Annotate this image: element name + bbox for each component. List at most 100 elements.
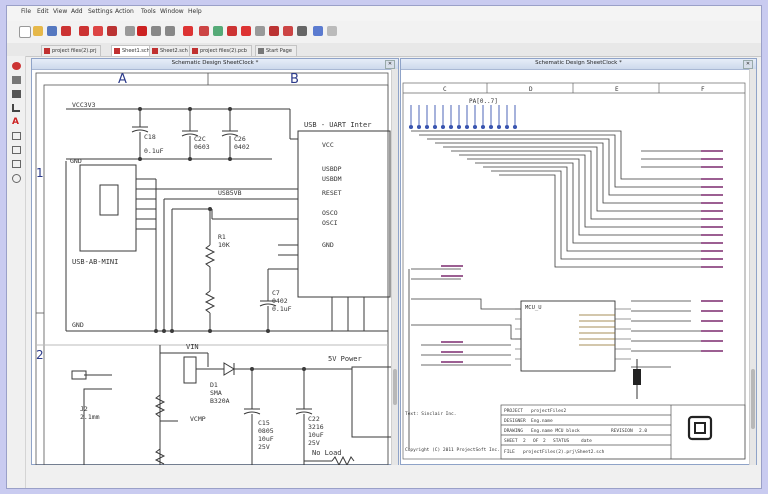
header-pin-end — [504, 124, 510, 130]
title-block-file: projectFiles(2).prj\Sheet2.sch — [523, 449, 605, 455]
schematic-icon — [152, 48, 158, 54]
mcu-chip[interactable] — [520, 300, 616, 372]
pin-label-usbdp: USBDP — [322, 165, 342, 173]
app-window: File Edit View Add Settings Action Tools… — [6, 5, 762, 489]
text-icon[interactable]: A — [12, 118, 21, 127]
net-label-gnd-bottom: GND — [72, 321, 84, 329]
label-icon[interactable] — [283, 26, 293, 36]
pin-label-gnd: GND — [322, 241, 334, 249]
highlight-icon[interactable] — [183, 26, 193, 36]
net-label-vcc: VCC3V3 — [72, 101, 96, 109]
pcb-icon — [192, 48, 198, 54]
tab-project-pcb[interactable]: project files(2).pcb — [189, 45, 252, 56]
schematic-drawing-right: C D E F PA[0..7] MCU_U PROJECT projectFi… — [402, 82, 746, 460]
title-block-of-key: OF — [533, 438, 539, 444]
no-load-label: No Load — [312, 449, 342, 457]
title-block-designer: Eng.name — [531, 418, 553, 424]
vertical-scrollbar-left[interactable] — [391, 69, 398, 465]
toolbar — [7, 21, 761, 44]
junction-icon[interactable] — [12, 104, 20, 112]
menu-file[interactable]: File — [21, 8, 31, 15]
net-label-usb5v: USB5VB — [218, 189, 242, 197]
undo-icon[interactable] — [125, 26, 135, 36]
power-icon[interactable] — [297, 26, 307, 36]
image-icon[interactable] — [12, 146, 21, 154]
place-part-icon[interactable] — [12, 62, 21, 70]
header-pin-end — [440, 124, 446, 130]
menu-window[interactable]: Window — [160, 8, 184, 15]
schematic-canvas-left[interactable]: A B 1 2 VCC3V3 USB - UART Inter GND USB-… — [32, 69, 392, 465]
cut-icon[interactable] — [79, 26, 89, 36]
resistor-ref: R1 — [218, 233, 226, 241]
new-file-icon[interactable] — [19, 26, 31, 38]
scrollbar-thumb[interactable] — [751, 369, 755, 429]
component-icon[interactable] — [269, 26, 279, 36]
schematic-icon — [114, 48, 120, 54]
rotate-icon[interactable] — [213, 26, 223, 36]
select-icon[interactable] — [313, 26, 323, 36]
paste-icon[interactable] — [107, 26, 117, 36]
bus-icon[interactable] — [255, 26, 265, 36]
column-label-a: A — [118, 72, 127, 87]
copy-icon[interactable] — [93, 26, 103, 36]
close-icon[interactable]: ✕ — [743, 60, 753, 69]
schematic-window-right[interactable]: Schematic Design SheetClock * ✕ C D E F … — [400, 58, 757, 465]
header-pin-end — [456, 124, 462, 130]
rectangle-icon[interactable] — [12, 132, 21, 140]
header-pin-end — [424, 124, 430, 130]
print-icon[interactable] — [61, 26, 71, 36]
schematic-drawing-left: A B 1 2 VCC3V3 USB - UART Inter GND USB-… — [35, 72, 392, 465]
title-block-date: date — [581, 438, 592, 444]
vertical-scrollbar-right[interactable] — [749, 69, 756, 465]
menu-edit[interactable]: Edit — [37, 8, 49, 15]
title-block-revision-key: REVISION — [611, 428, 633, 434]
cap-c15-voltage: 25V — [258, 443, 270, 451]
column-label-e: E — [615, 86, 619, 93]
cap-c22-pkg: 3216 — [308, 423, 324, 431]
menu-tools[interactable]: Tools — [141, 8, 156, 15]
header-pin-end — [488, 124, 494, 130]
open-folder-icon[interactable] — [33, 26, 43, 36]
note-icon[interactable] — [12, 160, 21, 168]
window-title: Schematic Design SheetClock * — [171, 60, 259, 66]
tab-start-page[interactable]: Start Page — [255, 45, 297, 56]
zoom-fit-icon[interactable] — [137, 26, 147, 36]
menu-add[interactable]: Add — [71, 8, 83, 15]
menu-settings[interactable]: Settings — [88, 8, 113, 15]
delete-icon[interactable] — [199, 26, 209, 36]
menu-help[interactable]: Help — [188, 8, 202, 15]
save-icon[interactable] — [47, 26, 57, 36]
pin-label-usbdm: USBDM — [322, 175, 342, 183]
draw-bus-icon[interactable] — [12, 90, 21, 98]
zoom-out-icon[interactable] — [165, 26, 175, 36]
tab-project-prj[interactable]: project files(2).prj — [41, 45, 102, 56]
circle-icon[interactable] — [12, 174, 21, 183]
wire-icon[interactable] — [241, 26, 251, 36]
jack-size: 2.1mm — [80, 413, 100, 421]
header-pin-end — [480, 124, 486, 130]
row-label-1: 1 — [36, 166, 44, 180]
tab-sheet2[interactable]: Sheet2.sch — [149, 45, 193, 56]
scrollbar-thumb[interactable] — [393, 369, 397, 405]
copyright-note: Copyright (C) 2011 ProjectSoft Inc. — [405, 447, 500, 453]
column-label-f: F — [701, 86, 705, 93]
cap-c18-value: 0.1uF — [144, 147, 164, 155]
crystal[interactable] — [633, 369, 641, 385]
zoom-in-icon[interactable] — [151, 26, 161, 36]
menu-view[interactable]: View — [53, 8, 67, 15]
cap-c22-value: 10uF — [308, 431, 324, 439]
cap-c22-ref: C22 — [308, 415, 320, 423]
schematic-canvas-right[interactable]: C D E F PA[0..7] MCU_U PROJECT projectFi… — [401, 69, 750, 465]
row-label-2: 2 — [36, 348, 44, 362]
usb-connector-label: USB-AB-MINI — [72, 258, 118, 266]
uart-title-label: USB - UART Inter — [304, 121, 371, 129]
close-icon[interactable]: ✕ — [385, 60, 395, 69]
pointer-icon[interactable] — [327, 26, 337, 36]
cap-c7-ref: C7 — [272, 289, 280, 297]
mirror-icon[interactable] — [227, 26, 237, 36]
draw-wire-icon[interactable] — [12, 76, 21, 84]
schematic-window-left[interactable]: Schematic Design SheetClock * ✕ A B 1 2 — [31, 58, 399, 465]
diode-ref: D1 — [210, 381, 218, 389]
menu-action[interactable]: Action — [115, 8, 134, 15]
cap-c15-value: 10uF — [258, 435, 274, 443]
